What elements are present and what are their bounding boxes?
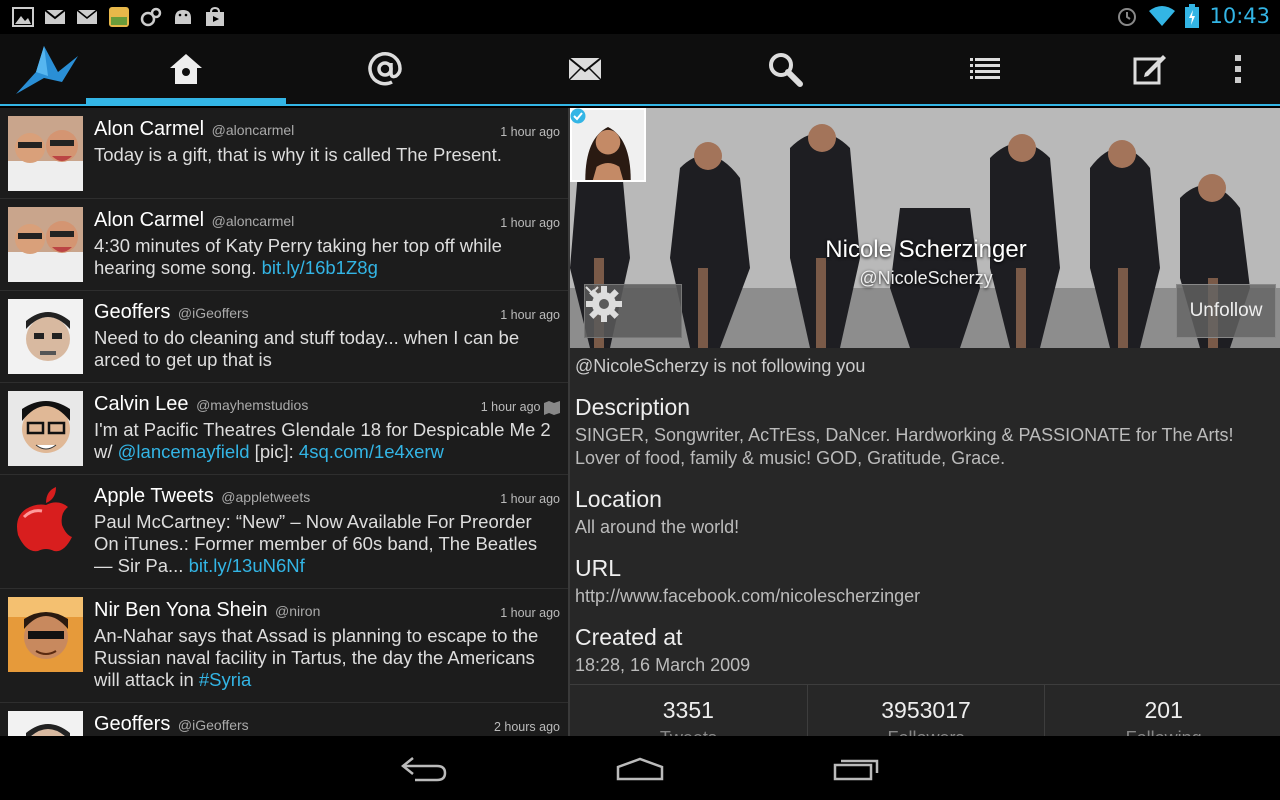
app-logo-icon[interactable] [14, 42, 80, 98]
tweet-time: 1 hour ago [500, 125, 560, 139]
tweet-text: Paul McCartney: “New” – Now Available Fo… [94, 511, 538, 576]
alarm-icon [1118, 8, 1137, 26]
tweet-time: 2 hours ago [493, 720, 560, 734]
tweet-link[interactable]: 4sq.com/1e4xerw [299, 441, 444, 462]
unfollow-button[interactable]: Unfollow [1176, 284, 1276, 338]
tweet-author[interactable]: Geoffers @iGeoffers [94, 713, 249, 736]
tweet-time: 1 hour ago [500, 492, 560, 506]
tweet-text: Need to do cleaning and stuff today... w… [94, 327, 520, 370]
status-bar: 10:43 [0, 0, 1280, 34]
tweet-author[interactable]: Geoffers @iGeoffers [94, 301, 249, 324]
stat-tweets[interactable]: 3351 Tweets [570, 685, 808, 736]
tweet-author[interactable]: Alon Carmel @aloncarmel [94, 209, 294, 232]
clock: 10:43 [1209, 4, 1270, 28]
tab-mentions[interactable] [285, 34, 485, 104]
tweet-row[interactable]: Nir Ben Yona Shein @niron 1 hour ago An-… [0, 589, 568, 703]
tweet-text: I'm at Pacific Theatres Glendale 18 for … [94, 419, 551, 462]
profile-name: Nicole Scherzinger [825, 236, 1027, 263]
tweet-text: 4:30 minutes of Katy Perry taking her to… [94, 235, 502, 278]
tweet-time: 1 hour ago [500, 606, 560, 620]
avatar[interactable] [8, 483, 83, 558]
avatar[interactable] [8, 597, 83, 672]
tweet-link[interactable]: bit.ly/16b1Z8g [262, 257, 378, 278]
created-label: Created at [575, 624, 683, 650]
location-label: Location [575, 486, 662, 512]
tweet-author[interactable]: Alon Carmel @aloncarmel [94, 118, 294, 141]
tweet-link[interactable]: bit.ly/13uN6Nf [189, 555, 305, 576]
tweet-mention[interactable]: @lancemayfield [118, 441, 250, 462]
profile-banner: Nicole Scherzinger @NicoleScherzy Unfoll… [570, 108, 1280, 348]
stat-followers[interactable]: 3953017 Followers [808, 685, 1046, 736]
tweet-author[interactable]: Calvin Lee @mayhemstudios [94, 393, 308, 416]
tweet-time: 1 hour ago [500, 216, 560, 230]
gmail-icon [44, 9, 66, 24]
avatar[interactable] [8, 116, 83, 191]
stat-following[interactable]: 201 Following [1045, 685, 1280, 736]
overflow-menu-button[interactable] [1215, 34, 1260, 104]
sync-icon [140, 7, 162, 27]
location-text: All around the world! [575, 517, 740, 537]
mentions-icon [368, 52, 402, 86]
home-icon [616, 757, 664, 781]
messages-icon [568, 57, 602, 81]
map-icon [544, 400, 560, 415]
play-store-icon [206, 6, 224, 26]
system-nav-bar [0, 736, 1280, 800]
tweet-timeline[interactable]: Alon Carmel @aloncarmel 1 hour ago Today… [0, 108, 568, 736]
tweet-author[interactable]: Nir Ben Yona Shein @niron [94, 599, 320, 622]
tweet-text: An-Nahar says that Assad is planning to … [94, 625, 539, 690]
back-button[interactable] [394, 754, 454, 784]
android-icon [175, 10, 191, 24]
tweet-time: 1 hour ago [481, 400, 560, 415]
verified-badge-icon [570, 108, 586, 124]
tweet-row[interactable]: Geoffers @iGeoffers 2 hours ago [0, 703, 568, 736]
url-label: URL [575, 555, 622, 581]
tweet-text: Today is a gift, that is why it is calle… [94, 144, 502, 165]
tweet-author[interactable]: Apple Tweets @appletweets [94, 485, 310, 508]
chevron-down-icon [585, 286, 599, 295]
avatar[interactable] [8, 391, 83, 466]
tweet-row[interactable]: Alon Carmel @aloncarmel 1 hour ago 4:30 … [0, 199, 568, 291]
tab-lists[interactable] [885, 34, 1085, 104]
tab-messages[interactable] [485, 34, 685, 104]
action-bar [0, 34, 1280, 106]
tweet-time: 1 hour ago [500, 308, 560, 322]
recent-apps-icon [833, 759, 879, 781]
home-button[interactable] [610, 754, 670, 784]
tab-home[interactable] [86, 34, 286, 104]
tweet-row[interactable]: Calvin Lee @mayhemstudios 1 hour ago I'm… [0, 383, 568, 475]
description-text: SINGER, Songwriter, AcTrEss, DaNcer. Har… [575, 425, 1234, 468]
profile-url-link[interactable]: http://www.facebook.com/nicolescherzinge… [575, 585, 1265, 608]
follow-status: @NicoleScherzy is not following you [575, 356, 866, 376]
tab-compose[interactable] [1085, 34, 1215, 104]
compose-icon [1133, 55, 1166, 85]
profile-settings-button[interactable] [584, 284, 682, 338]
tab-search[interactable] [685, 34, 885, 104]
created-text: 18:28, 16 March 2009 [575, 655, 751, 675]
lists-icon [970, 58, 1000, 79]
battery-icon [1185, 4, 1200, 28]
avatar[interactable] [8, 207, 83, 282]
profile-stats: 3351 Tweets 3953017 Followers 201 Follow… [570, 684, 1280, 736]
tweet-row[interactable]: Apple Tweets @appletweets 1 hour ago Pau… [0, 475, 568, 589]
recent-apps-button[interactable] [826, 754, 886, 784]
home-icon [170, 54, 202, 84]
gallery-icon [12, 7, 34, 27]
overflow-icon [1234, 55, 1241, 83]
avatar[interactable] [8, 711, 83, 736]
search-icon [769, 53, 803, 87]
tweet-hashtag[interactable]: #Syria [199, 669, 251, 690]
tweet-row[interactable]: Geoffers @iGeoffers 1 hour ago Need to d… [0, 291, 568, 383]
back-icon [401, 757, 447, 782]
avatar[interactable] [8, 299, 83, 374]
profile-pane: Nicole Scherzinger @NicoleScherzy Unfoll… [568, 108, 1280, 736]
email-icon [76, 9, 98, 24]
tweet-row[interactable]: Alon Carmel @aloncarmel 1 hour ago Today… [0, 108, 568, 199]
wifi-icon [1149, 6, 1176, 26]
description-label: Description [575, 394, 691, 420]
app-icon [109, 7, 129, 27]
